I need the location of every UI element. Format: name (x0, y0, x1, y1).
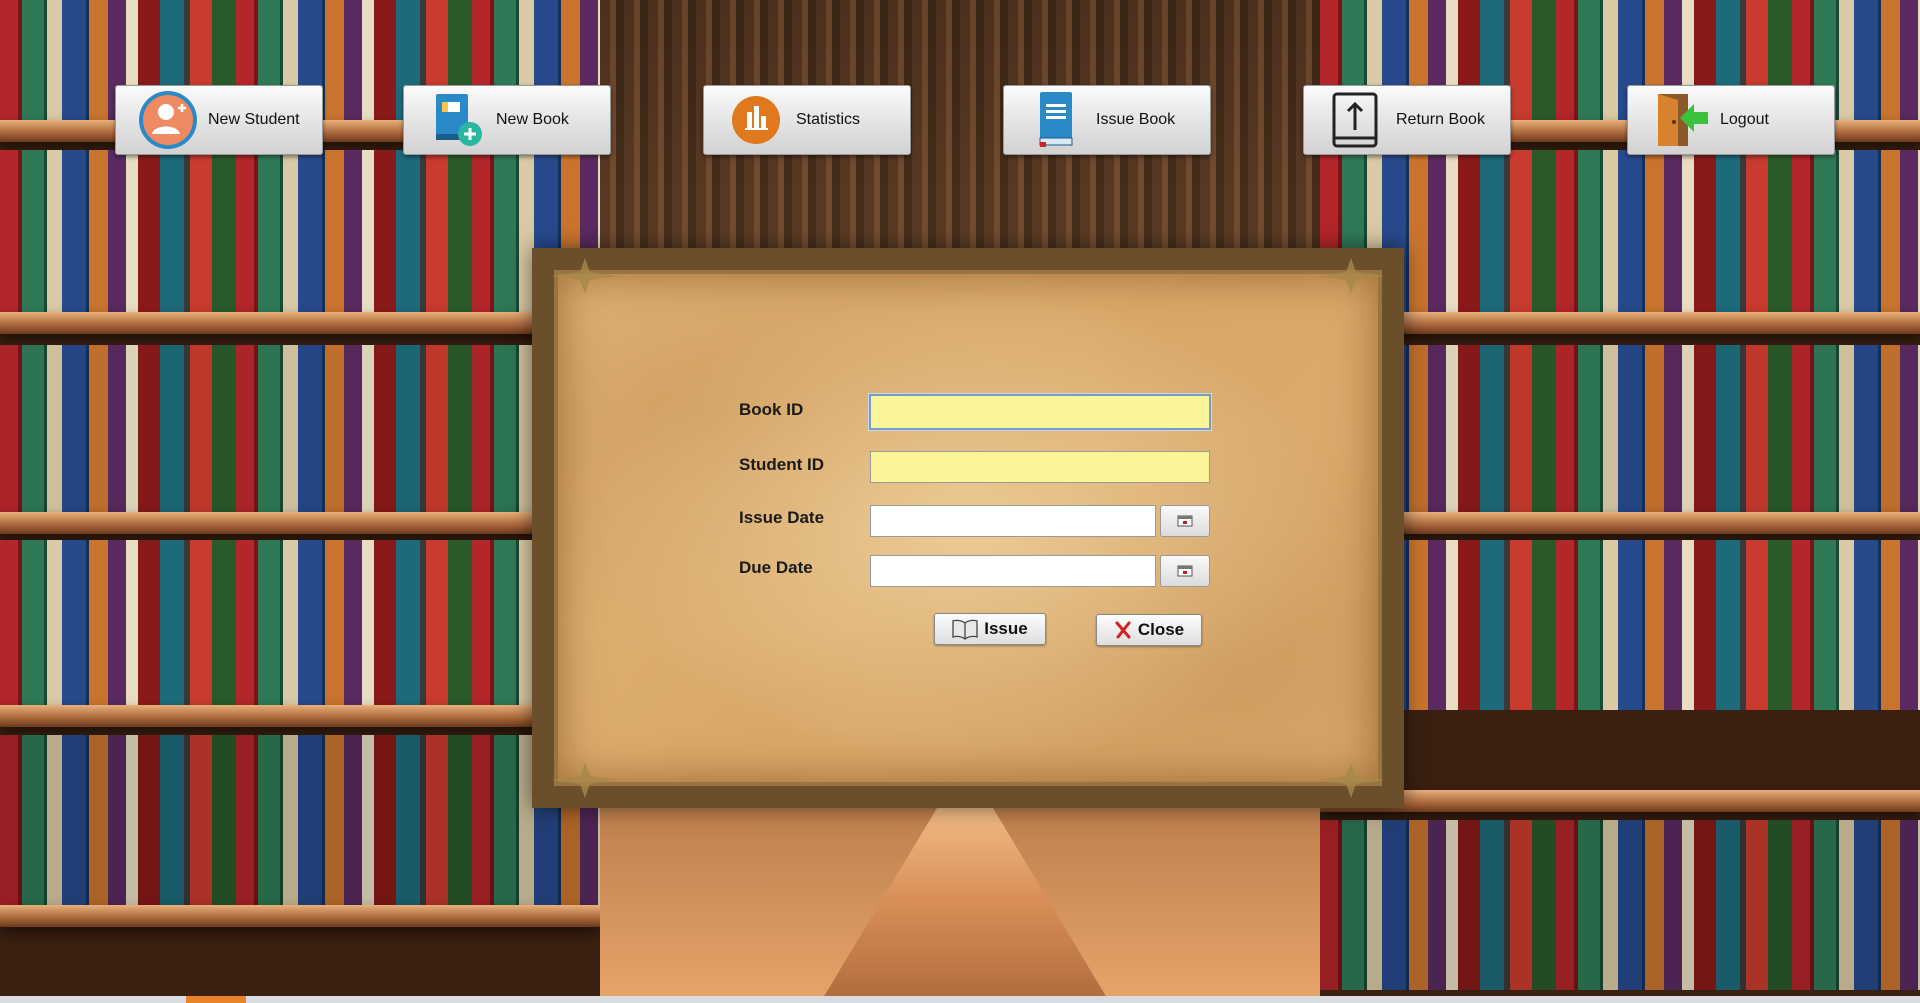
issue-book-label: Issue Book (1096, 111, 1176, 128)
close-icon (1115, 621, 1131, 639)
student-id-input[interactable] (870, 451, 1210, 483)
close-button-label: Close (1137, 620, 1185, 639)
corner-star-icon (552, 762, 618, 798)
return-book-icon (1326, 90, 1386, 150)
issue-button-label: Issue (984, 619, 1028, 638)
due-date-label: Due Date (739, 558, 813, 577)
new-book-button[interactable]: New Book (403, 85, 611, 155)
issue-date-picker-button[interactable] (1160, 505, 1210, 537)
logout-label: Logout (1720, 111, 1769, 128)
issue-button[interactable]: Issue (934, 613, 1046, 645)
calendar-icon (1177, 565, 1193, 577)
bottom-strip (0, 996, 1920, 1003)
add-book-icon (426, 90, 486, 150)
book-id-input[interactable] (869, 394, 1211, 430)
new-book-label: New Book (496, 111, 569, 128)
corner-star-icon (552, 258, 618, 294)
issue-date-input[interactable] (870, 505, 1156, 537)
corner-star-icon (1318, 762, 1384, 798)
bottom-strip-marker (186, 996, 246, 1003)
due-date-picker-button[interactable] (1160, 555, 1210, 587)
statistics-label: Statistics (796, 111, 861, 128)
student-id-label: Student ID (739, 455, 824, 474)
add-user-icon (138, 90, 198, 150)
issue-book-button[interactable]: Issue Book (1003, 85, 1211, 155)
new-student-button[interactable]: New Student (115, 85, 323, 155)
corner-star-icon (1318, 258, 1384, 294)
door-exit-icon (1650, 90, 1710, 150)
due-date-input[interactable] (870, 555, 1156, 587)
calendar-icon (1177, 515, 1193, 527)
return-book-label: Return Book (1396, 111, 1485, 128)
book-id-label: Book ID (739, 400, 804, 419)
bar-chart-icon (726, 90, 786, 150)
issue-book-panel: Book ID Student ID Issue Date Due Date I… (532, 248, 1404, 808)
statistics-button[interactable]: Statistics (703, 85, 911, 155)
logout-button[interactable]: Logout (1627, 85, 1835, 155)
return-book-button[interactable]: Return Book (1303, 85, 1511, 155)
close-button[interactable]: Close (1096, 614, 1202, 646)
new-student-label: New Student (208, 111, 300, 128)
book-icon (1026, 90, 1086, 150)
issue-date-label: Issue Date (739, 508, 825, 527)
open-book-icon (952, 619, 978, 640)
